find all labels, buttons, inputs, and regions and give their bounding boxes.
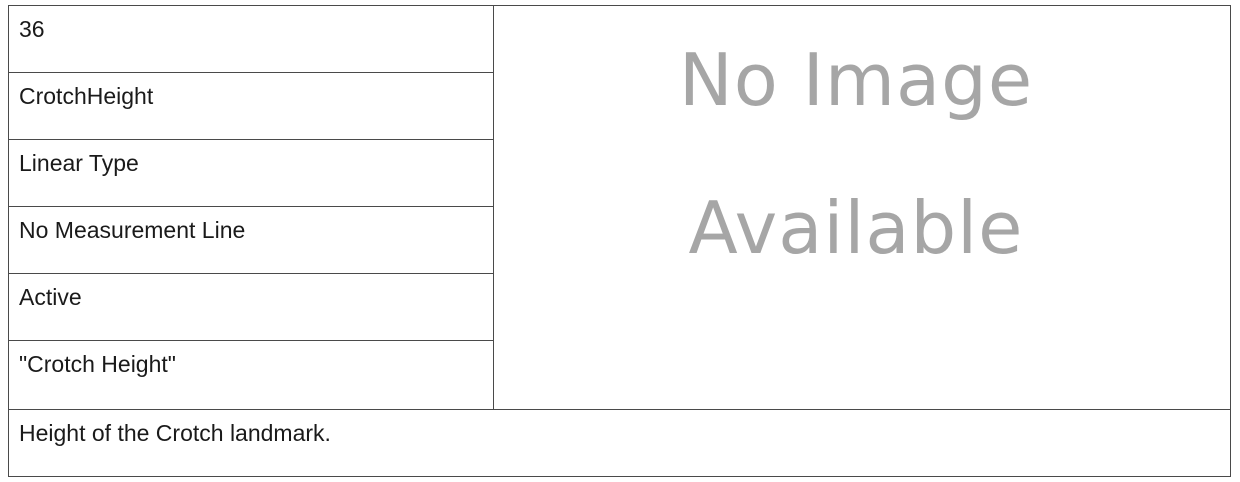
available-text: Available bbox=[688, 186, 1024, 270]
field-type: Linear Type bbox=[9, 140, 494, 207]
description: Height of the Crotch landmark. bbox=[9, 409, 1230, 476]
field-name: CrotchHeight bbox=[9, 73, 494, 140]
field-column: 36 CrotchHeight Linear Type No Measureme… bbox=[9, 6, 494, 409]
image-placeholder: No Image Available bbox=[494, 6, 1230, 409]
field-status: Active bbox=[9, 274, 494, 341]
no-image-text: No Image bbox=[678, 38, 1034, 122]
field-display-name: "Crotch Height" bbox=[19, 351, 176, 377]
field-id: 36 bbox=[9, 6, 494, 73]
measurement-table: 36 CrotchHeight Linear Type No Measureme… bbox=[8, 5, 1231, 477]
field-measurement-line: No Measurement Line bbox=[9, 207, 494, 274]
